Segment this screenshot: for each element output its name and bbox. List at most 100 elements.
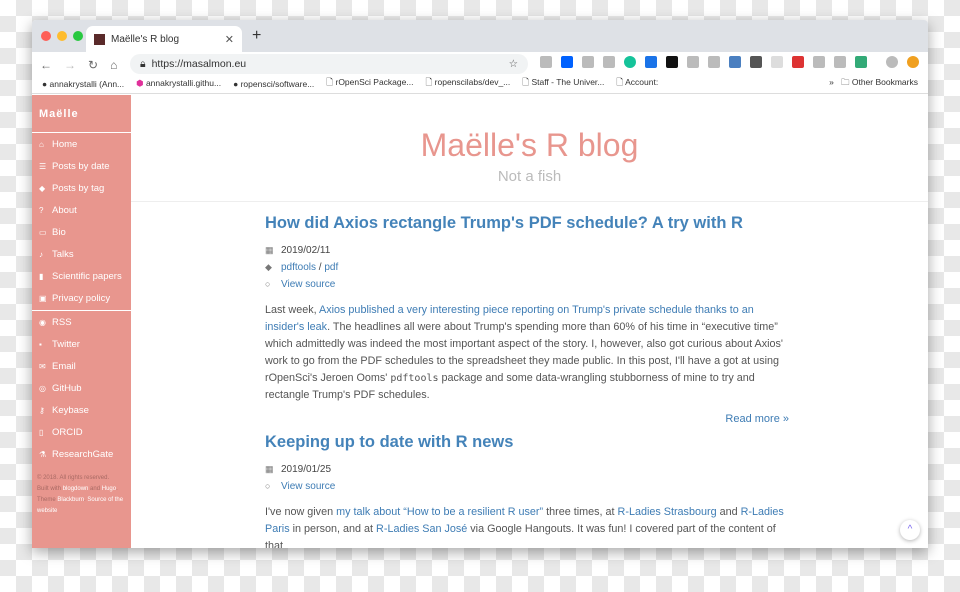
twitter-icon: ▪ <box>39 339 42 349</box>
close-window-button[interactable] <box>41 31 51 41</box>
sidebar-item-label: Privacy policy <box>52 292 111 304</box>
tags-icon: ◆ <box>39 183 46 193</box>
hugo-link[interactable]: Hugo <box>102 486 116 492</box>
rladies-link[interactable]: R-Ladies Strasbourg <box>618 506 717 518</box>
extension-icon[interactable] <box>907 56 919 68</box>
github-icon: ◎ <box>39 383 46 393</box>
bookmark[interactable]: 🗋 Staff - The Univer... <box>522 77 604 91</box>
bookmark[interactable]: 🗋 Account: <box>616 77 658 91</box>
read-more-link[interactable]: Read more » <box>725 413 789 425</box>
site-header: Maëlle's R blog Not a fish <box>131 95 928 202</box>
browser-tab[interactable]: Maëlle's R blog ✕ <box>86 26 242 52</box>
tags-icon: ◆ <box>265 262 272 272</box>
minimize-button[interactable] <box>57 31 67 41</box>
list-icon: ☰ <box>39 161 47 171</box>
microphone-icon: ♪ <box>39 249 43 259</box>
sidebar-item-privacy-policy[interactable]: ▣ Privacy policy <box>32 287 131 309</box>
close-tab-icon[interactable]: ✕ <box>225 33 234 46</box>
calendar-icon: ▦ <box>265 245 274 255</box>
post-title-link[interactable]: How did Axios rectangle Trump's PDF sche… <box>265 214 743 232</box>
sidebar-item-label: Posts by date <box>52 160 110 172</box>
question-circle-icon: ? <box>39 205 44 215</box>
tag-link[interactable]: pdftools <box>281 262 316 273</box>
back-icon[interactable]: ← <box>40 58 52 72</box>
post-title-link[interactable]: Keeping up to date with R news <box>265 433 513 451</box>
file-icon: ▮ <box>39 271 44 281</box>
talk-link[interactable]: my talk about “How to be a resilient R u… <box>336 506 543 518</box>
extension-icon[interactable] <box>708 56 720 68</box>
dropbox-icon[interactable] <box>561 56 573 68</box>
bookmark[interactable]: 🗋 ropenscilabs/dev_... <box>425 77 510 91</box>
sidebar-footer: © 2018. All rights reserved. Built with … <box>32 465 131 525</box>
extension-icon[interactable] <box>855 56 867 68</box>
reload-icon[interactable]: ↻ <box>88 58 98 72</box>
clickup-icon[interactable]: ^ <box>900 520 920 540</box>
rladies-link[interactable]: R-Ladies San José <box>376 523 467 535</box>
sidebar-nav: ⌂ Home ☰ Posts by date ◆ Posts by tag ? About ▭ B… <box>32 133 131 309</box>
bookmarks-bar: ● annakrystalli (Ann... ⬢ annakrystalli.… <box>32 74 928 94</box>
bookmark-star-icon[interactable]: ☆ <box>509 58 518 70</box>
sidebar-item-posts-by-date[interactable]: ☰ Posts by date <box>32 155 131 177</box>
extension-icon[interactable] <box>540 56 552 68</box>
google-icon[interactable] <box>771 56 783 68</box>
site-title[interactable]: Maëlle's R blog <box>131 95 928 164</box>
sidebar-item-label: Email <box>52 360 76 372</box>
address-bar[interactable]: 🔒︎ https://masalmon.eu ☆ <box>130 54 528 74</box>
bookmark[interactable]: ● annakrystalli (Ann... <box>42 79 124 89</box>
brand[interactable]: Maëlle <box>32 95 131 133</box>
tag-link[interactable]: pdf <box>324 262 338 273</box>
extension-icon[interactable] <box>582 56 594 68</box>
bookmark[interactable]: ● ropensci/software... <box>233 79 314 89</box>
blogdown-link[interactable]: blogdown <box>63 486 89 492</box>
sidebar-item-scientific-papers[interactable]: ▮ Scientific papers <box>32 265 131 287</box>
browser-window: Maëlle's R blog ✕ + ← → ↻ ⌂ 🔒︎ https://masalm… <box>32 20 928 548</box>
sidebar-item-talks[interactable]: ♪ Talks <box>32 243 131 265</box>
bookmark[interactable]: ⬢ annakrystalli.githu... <box>136 78 221 89</box>
extension-icon[interactable] <box>729 56 741 68</box>
puzzle-icon[interactable] <box>645 56 657 68</box>
url-text: https://masalmon.eu <box>151 58 247 70</box>
sidebar-item-posts-by-tag[interactable]: ◆ Posts by tag <box>32 177 131 199</box>
sidebar-item-bio[interactable]: ▭ Bio <box>32 221 131 243</box>
home-icon[interactable]: ⌂ <box>110 58 117 72</box>
sidebar-item-orcid[interactable]: ▯ ORCID <box>32 421 131 443</box>
sidebar-item-label: ResearchGate <box>52 448 114 460</box>
sidebar-item-label: ORCID <box>52 426 83 438</box>
view-source-link[interactable]: View source <box>281 481 335 492</box>
profile-icon[interactable] <box>886 56 898 68</box>
sidebar-item-rss[interactable]: ◉ RSS <box>32 311 131 333</box>
sidebar-item-home[interactable]: ⌂ Home <box>32 133 131 155</box>
other-bookmarks[interactable]: » 🗀 Other Bookmarks <box>829 77 918 91</box>
sidebar-item-email[interactable]: ✉ Email <box>32 355 131 377</box>
github-icon: ○ <box>265 279 271 289</box>
grammarly-icon[interactable] <box>624 56 636 68</box>
extension-icon[interactable] <box>750 56 762 68</box>
sidebar-item-twitter[interactable]: ▪ Twitter <box>32 333 131 355</box>
sidebar-item-github[interactable]: ◎ GitHub <box>32 377 131 399</box>
extension-icon[interactable] <box>792 56 804 68</box>
sidebar-item-label: Scientific papers <box>52 270 122 282</box>
orcid-icon: ▯ <box>39 427 44 437</box>
extension-icon[interactable] <box>666 56 678 68</box>
extension-icon[interactable] <box>687 56 699 68</box>
main-content: Maëlle's R blog Not a fish How did Axios… <box>131 95 928 548</box>
sidebar-item-about[interactable]: ? About <box>32 199 131 221</box>
sidebar-item-label: Posts by tag <box>52 182 105 194</box>
window-controls <box>41 31 83 41</box>
sidebar-item-keybase[interactable]: ⚷ Keybase <box>32 399 131 421</box>
extension-icon[interactable] <box>834 56 846 68</box>
maximize-button[interactable] <box>73 31 83 41</box>
sidebar-item-researchgate[interactable]: ⚗ ResearchGate <box>32 443 131 465</box>
tab-bar: Maëlle's R blog ✕ + <box>32 20 928 52</box>
sidebar: Maëlle ⌂ Home ☰ Posts by date ◆ Posts by tag?… <box>32 95 131 548</box>
blackburn-link[interactable]: Blackburn <box>57 497 84 503</box>
post: Keeping up to date with R news ▦ 2019/01/… <box>265 433 789 548</box>
eyedropper-icon[interactable] <box>813 56 825 68</box>
new-tab-button[interactable]: + <box>252 27 261 45</box>
flask-icon: ⚗ <box>39 449 47 459</box>
forward-icon[interactable]: → <box>64 58 76 72</box>
view-source-link[interactable]: View source <box>281 279 335 290</box>
post-date: 2019/01/25 <box>281 464 332 475</box>
bookmark[interactable]: 🗋 rOpenSci Package... <box>326 77 413 91</box>
extension-icon[interactable] <box>603 56 615 68</box>
